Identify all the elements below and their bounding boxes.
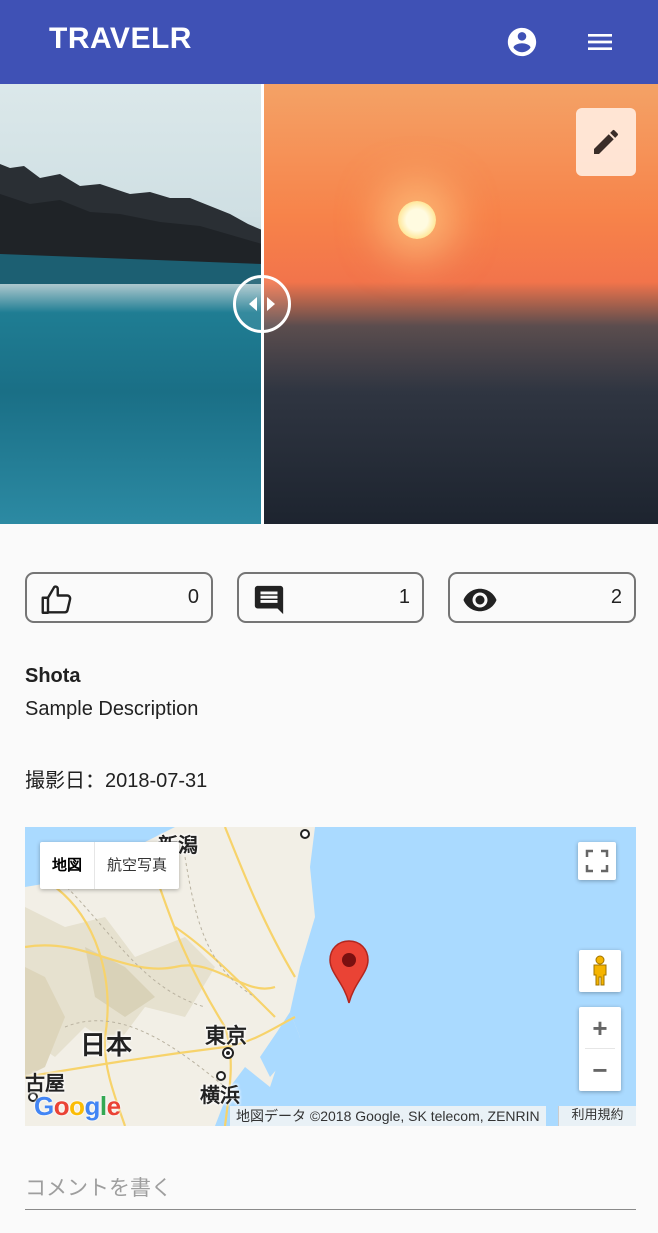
- map-terms-link[interactable]: 利用規約: [558, 1106, 636, 1126]
- map-type-map[interactable]: 地図: [40, 842, 94, 889]
- thumb-up-icon: [39, 582, 75, 618]
- compare-arrows-icon[interactable]: [233, 275, 291, 333]
- map-label-yokohama: 横浜: [200, 1083, 240, 1107]
- comment-input[interactable]: [25, 1166, 636, 1210]
- photo-comparison[interactable]: [0, 84, 658, 524]
- app-title[interactable]: TRAVELR: [49, 22, 192, 56]
- account-circle-icon[interactable]: [502, 22, 542, 62]
- zoom-in-button[interactable]: +: [579, 1007, 621, 1049]
- map-label-tokyo: 東京: [205, 1024, 247, 1048]
- map-label-japan: 日本: [80, 1031, 133, 1061]
- pegman-icon[interactable]: [579, 950, 621, 992]
- post-description: Sample Description: [25, 698, 199, 720]
- before-photo: [0, 84, 262, 524]
- fullscreen-icon[interactable]: [578, 842, 616, 880]
- zoom-control: + −: [579, 1007, 621, 1091]
- pencil-icon: [594, 129, 619, 154]
- edit-button[interactable]: [576, 108, 636, 176]
- map-type-control: 地図 航空写真: [40, 842, 180, 889]
- location-map[interactable]: 新潟 日本 東京 横浜 古屋 地図 航空写真 + − Google 地図データ …: [25, 827, 636, 1126]
- like-count: 0: [187, 586, 199, 608]
- menu-icon[interactable]: [580, 22, 620, 62]
- app-bar: TRAVELR: [0, 0, 658, 84]
- like-button[interactable]: 0: [25, 572, 213, 623]
- zoom-out-button[interactable]: −: [579, 1049, 621, 1091]
- comment-count: 1: [398, 586, 410, 608]
- shot-date: 撮影日：2018-07-31: [25, 770, 208, 792]
- sun: [398, 201, 436, 239]
- map-attribution: 地図データ ©2018 Google, SK telecom, ZENRIN: [230, 1106, 546, 1126]
- comment-icon: [251, 582, 287, 618]
- google-logo[interactable]: Google: [34, 1091, 121, 1122]
- view-count: 2: [610, 586, 622, 608]
- author-name: Shota: [25, 665, 81, 687]
- view-count-button[interactable]: 2: [448, 572, 636, 623]
- eye-icon: [462, 582, 498, 618]
- map-marker-icon[interactable]: [328, 939, 370, 1009]
- map-type-satellite[interactable]: 航空写真: [95, 842, 179, 889]
- comment-count-button[interactable]: 1: [237, 572, 424, 623]
